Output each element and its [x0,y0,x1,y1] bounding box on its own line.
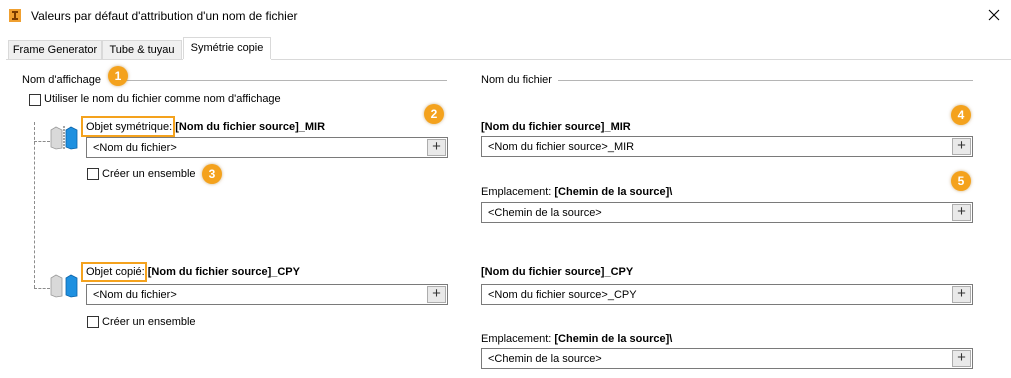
add-token-button[interactable]: + [427,139,446,156]
group-divider-left [126,80,447,81]
copy-part-icon [50,274,78,298]
window-title: Valeurs par défaut d'attribution d'un no… [31,9,298,23]
tab-label: Symétrie copie [190,42,264,54]
copy-filename-title: [Nom du fichier source]_CPY [481,266,634,278]
tab-divider [6,59,1011,60]
group-title-display-name: Nom d'affichage [22,74,101,86]
callout-1: 1 [108,66,128,86]
mirror-display-name-field[interactable]: <Nom du fichier> + [86,137,448,158]
copy-location-field[interactable]: <Chemin de la source> + [481,348,973,369]
callout-3: 3 [202,164,222,184]
plus-icon: + [432,138,441,155]
mirror-object-value: [Nom du fichier source]_MIR [175,121,326,133]
tab-symetrie-copie[interactable]: Symétrie copie [183,37,271,60]
use-filename-as-display-name-checkbox[interactable] [29,94,41,106]
mirror-location-label: Emplacement: [Chemin de la source]\ [481,186,672,198]
plus-icon: + [957,203,966,220]
field-value: <Chemin de la source> [488,207,602,219]
copy-filename-field[interactable]: <Nom du fichier source>_CPY + [481,284,973,305]
create-assembly-checkbox-copy[interactable] [87,316,99,328]
copy-object-value: [Nom du fichier source]_CPY [147,266,300,278]
plus-icon: + [957,137,966,154]
add-token-button[interactable]: + [952,204,971,221]
callout-2: 2 [424,104,444,124]
add-token-button[interactable]: + [952,286,971,303]
close-button[interactable] [980,3,1008,27]
tab-label: Tube & tuyau [109,44,175,56]
location-caption: Emplacement: [481,333,552,345]
field-value: <Nom du fichier> [93,289,177,301]
tree-connector-line [34,288,50,289]
tab-frame-generator[interactable]: Frame Generator [8,40,102,60]
location-value: [Chemin de la source]\ [554,186,673,198]
add-token-button[interactable]: + [427,286,446,303]
tree-connector-line [34,122,35,288]
mirror-filename-title: [Nom du fichier source]_MIR [481,121,631,133]
tab-label: Frame Generator [12,44,98,56]
mirror-part-icon [50,126,78,150]
copy-location-label: Emplacement: [Chemin de la source]\ [481,333,672,345]
highlight-box-mirror [81,116,175,137]
field-value: <Nom du fichier source>_MIR [488,141,635,153]
close-icon [988,9,1000,21]
mirror-filename-field[interactable]: <Nom du fichier source>_MIR + [481,136,973,157]
mirror-location-field[interactable]: <Chemin de la source> + [481,202,973,223]
create-assembly-label: Créer un ensemble [102,168,196,180]
callout-5: 5 [951,171,971,191]
create-assembly-checkbox-mirror[interactable] [87,168,99,180]
highlight-box-copy [81,262,147,282]
inventor-app-icon [9,9,21,22]
field-value: <Nom du fichier source>_CPY [488,289,637,301]
active-tab-gap [183,59,271,60]
callout-4: 4 [951,105,971,125]
location-caption: Emplacement: [481,186,552,198]
create-assembly-label: Créer un ensemble [102,316,196,328]
field-value: <Nom du fichier> [93,142,177,154]
add-token-button[interactable]: + [952,350,971,367]
use-filename-label: Utiliser le nom du fichier comme nom d'a… [44,93,281,105]
group-divider-right [558,80,973,81]
plus-icon: + [957,285,966,302]
group-title-file-name: Nom du fichier [481,74,552,86]
plus-icon: + [432,285,441,302]
add-token-button[interactable]: + [952,138,971,155]
copy-display-name-field[interactable]: <Nom du fichier> + [86,284,448,305]
tree-connector-line [34,141,50,142]
tab-tube-tuyau[interactable]: Tube & tuyau [102,40,182,60]
title-bar: Valeurs par défaut d'attribution d'un no… [0,0,1011,31]
location-value: [Chemin de la source]\ [554,333,673,345]
field-value: <Chemin de la source> [488,353,602,365]
plus-icon: + [957,349,966,366]
